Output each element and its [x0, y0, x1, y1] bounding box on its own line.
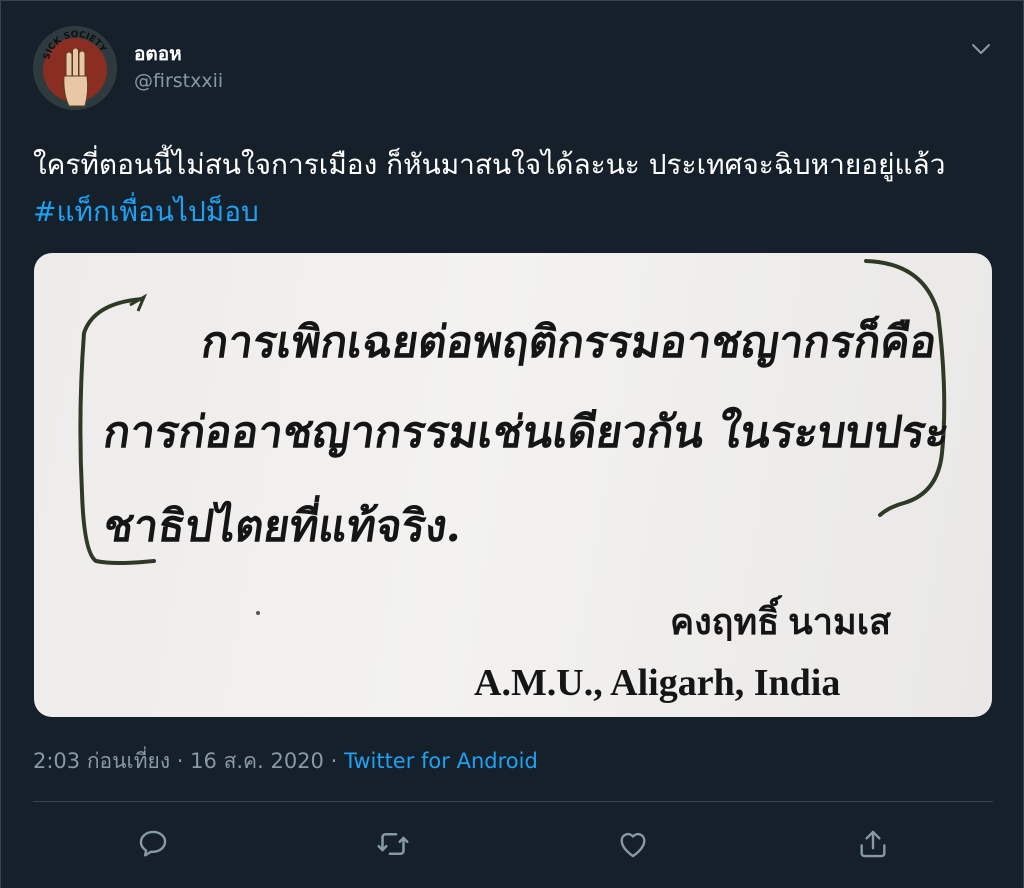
- divider: [33, 801, 993, 802]
- share-button[interactable]: [850, 821, 896, 867]
- reply-icon: [139, 830, 167, 857]
- chevron-down-icon: [972, 44, 990, 54]
- signature-name: คงฤทธิ์ นามเส: [670, 602, 891, 642]
- tweet-text: ใครที่ตอนนี้ไม่สนใจการเมือง ก็หันมาสนใจไ…: [33, 141, 998, 235]
- quote-line-3: ชาธิปไตยที่แท้จริง.: [100, 501, 466, 552]
- reply-button[interactable]: [130, 821, 176, 867]
- avatar[interactable]: SICK SOCIETY: [33, 26, 117, 110]
- more-options-button[interactable]: [963, 35, 999, 63]
- hashtag-link[interactable]: #แท็กเพื่อนไปม็อบ: [33, 195, 259, 228]
- retweet-button[interactable]: [370, 821, 416, 867]
- signature-place: A.M.U., Aligarh, India: [474, 662, 841, 704]
- display-name[interactable]: อตอห: [134, 39, 182, 69]
- meta-separator: ·: [176, 749, 184, 773]
- retweet-icon: [377, 832, 409, 856]
- meta-separator: ·: [330, 749, 338, 773]
- tweet-meta: 2:03 ก่อนเที่ยง · 16 ส.ค. 2020 · Twitter…: [33, 745, 538, 778]
- tweet-card: SICK SOCIETY อตอห @firstxxii ใครที่ตอนนี…: [0, 0, 1024, 888]
- quote-line-2: การก่ออาชญากรรมเช่นเดียวกัน ในระบบประ: [100, 407, 953, 458]
- tweet-source-link[interactable]: Twitter for Android: [344, 749, 538, 773]
- heart-icon: [620, 832, 646, 858]
- share-icon: [860, 830, 886, 858]
- like-button[interactable]: [610, 821, 656, 867]
- tweet-time[interactable]: 2:03 ก่อนเที่ยง: [33, 749, 170, 773]
- user-handle[interactable]: @firstxxii: [134, 70, 223, 92]
- quote-line-1: การเพิกเฉยต่อพฤติกรรมอาชญากรก็คือ: [198, 317, 941, 368]
- avatar-image: SICK SOCIETY: [33, 26, 117, 110]
- tweet-body: ใครที่ตอนนี้ไม่สนใจการเมือง ก็หันมาสนใจไ…: [33, 148, 946, 181]
- tweet-photo[interactable]: การเพิกเฉยต่อพฤติกรรมอาชญากรก็คือ การก่อ…: [34, 253, 992, 717]
- tweet-date[interactable]: 16 ส.ค. 2020: [190, 749, 324, 773]
